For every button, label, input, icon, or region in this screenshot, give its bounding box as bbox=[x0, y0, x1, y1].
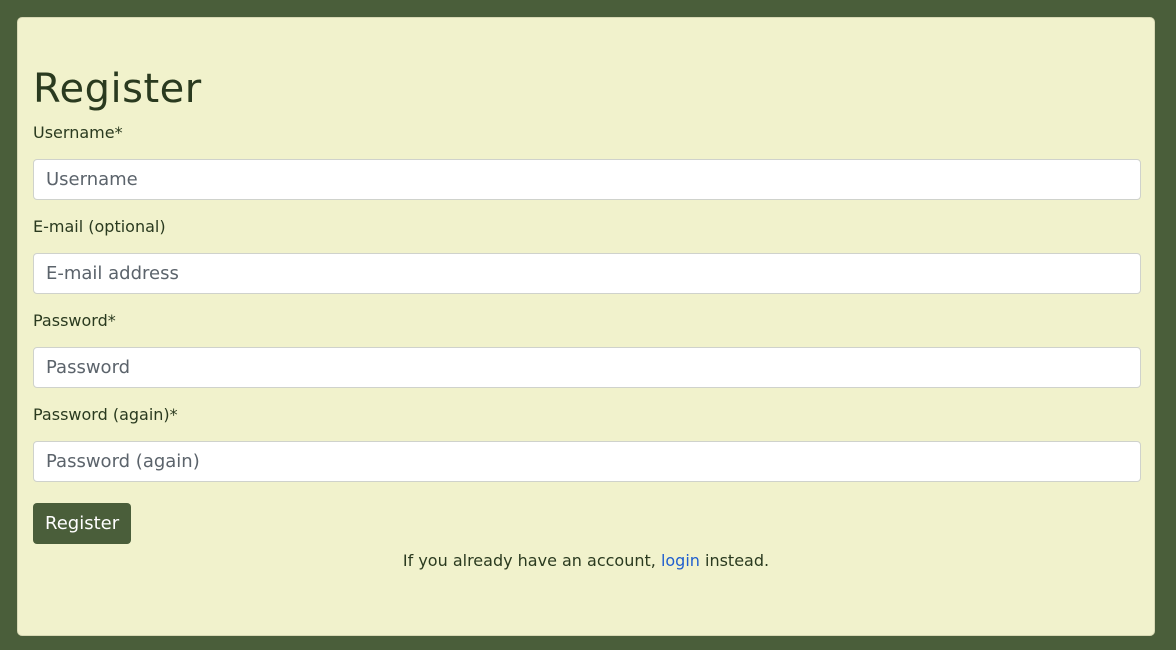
login-hint: If you already have an account, login in… bbox=[18, 550, 1154, 572]
password-again-input[interactable] bbox=[33, 441, 1141, 482]
login-link[interactable]: login bbox=[661, 551, 700, 570]
username-label: Username* bbox=[33, 123, 123, 142]
login-hint-prefix: If you already have an account, bbox=[402, 551, 661, 570]
email-input[interactable] bbox=[33, 253, 1141, 294]
page-title: Register bbox=[33, 66, 202, 112]
username-input[interactable] bbox=[33, 159, 1141, 200]
register-card: Register Username* E-mail (optional) Pas… bbox=[17, 17, 1155, 636]
password-label: Password* bbox=[33, 311, 116, 330]
login-hint-suffix: instead. bbox=[699, 551, 770, 570]
password-input[interactable] bbox=[33, 347, 1141, 388]
email-label: E-mail (optional) bbox=[33, 217, 166, 236]
password-again-label: Password (again)* bbox=[33, 405, 178, 424]
register-button[interactable]: Register bbox=[33, 503, 132, 544]
